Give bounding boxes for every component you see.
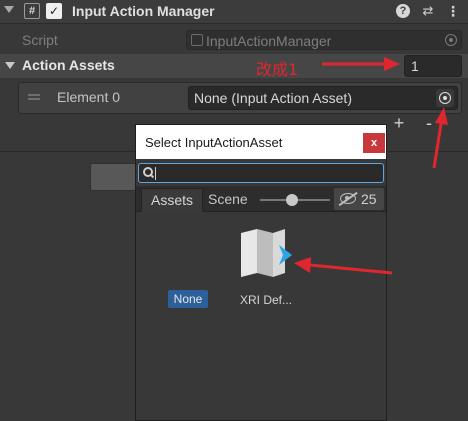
action-assets-label: Action Assets	[22, 57, 115, 73]
foldout-arrow-icon[interactable]	[4, 6, 14, 13]
inspector-button[interactable]	[90, 163, 138, 191]
help-icon[interactable]: ?	[396, 4, 410, 18]
script-file-icon	[191, 34, 203, 46]
script-component-icon: #	[24, 3, 40, 19]
picker-title: Select InputActionAsset	[145, 135, 283, 150]
select-asset-window: Select InputActionAsset x Assets Scene 2…	[135, 124, 387, 421]
search-input[interactable]	[138, 163, 384, 183]
array-size-field[interactable]: 1	[404, 55, 462, 77]
remove-element-button[interactable]: -	[422, 113, 436, 133]
script-field: InputActionManager	[186, 30, 462, 50]
search-icon	[143, 167, 155, 179]
component-title: Input Action Manager	[72, 3, 215, 19]
more-options-icon[interactable]: ⋮	[446, 2, 460, 20]
tab-scene[interactable]: Scene	[208, 188, 248, 212]
element-0-object-field[interactable]: None (Input Action Asset)	[188, 86, 458, 110]
element-0-label: Element 0	[57, 89, 121, 105]
element-0-value: None (Input Action Asset)	[194, 90, 352, 106]
picker-tab-bar: Assets Scene 25	[136, 186, 386, 212]
text-caret	[155, 167, 156, 180]
tab-assets[interactable]: Assets	[141, 188, 203, 212]
hidden-packages-toggle[interactable]: 25	[334, 188, 384, 210]
asset-item-none[interactable]: None	[168, 290, 208, 308]
zoom-slider-handle[interactable]	[286, 194, 298, 206]
script-field-value: InputActionManager	[206, 33, 332, 49]
script-label: Script	[22, 32, 58, 48]
annotation-text: 改成1	[256, 60, 299, 79]
script-picker-icon	[445, 34, 457, 46]
add-element-button[interactable]: +	[390, 113, 408, 133]
object-picker-button[interactable]	[436, 89, 454, 107]
asset-item-xri-label[interactable]: XRI Def...	[240, 293, 292, 307]
drag-handle-icon[interactable]	[28, 94, 40, 100]
component-enabled-checkbox[interactable]: ✓	[46, 3, 62, 19]
object-picker-icon	[439, 92, 451, 104]
picker-titlebar[interactable]: Select InputActionAsset x	[136, 125, 386, 159]
action-assets-foldout-icon[interactable]	[5, 62, 15, 69]
close-button[interactable]: x	[363, 133, 385, 153]
input-action-asset-icon[interactable]	[239, 227, 299, 281]
presets-icon[interactable]: ⇄	[420, 3, 436, 19]
hidden-count: 25	[361, 191, 377, 207]
